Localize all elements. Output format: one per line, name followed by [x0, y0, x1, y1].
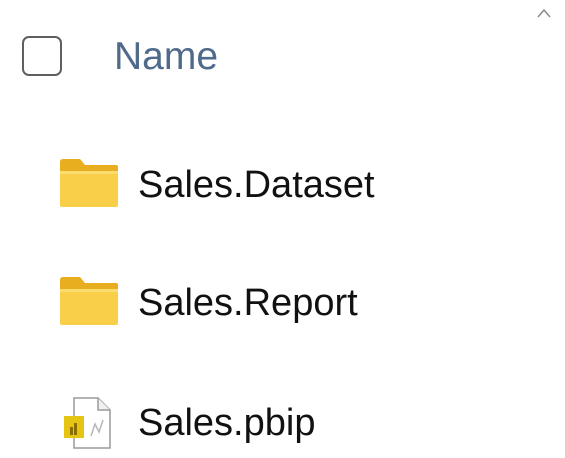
folder-icon: [60, 277, 118, 325]
list-item-label: Sales.Dataset: [138, 164, 375, 206]
folder-icon: [60, 159, 118, 207]
sort-ascending-icon[interactable]: [537, 8, 551, 18]
pbip-file-icon: [64, 397, 111, 449]
file-list: Name Sales.Dataset Sales.Report Sales.pb…: [0, 0, 565, 458]
name-column-header[interactable]: Name: [114, 34, 218, 80]
select-all-checkbox[interactable]: [22, 36, 62, 76]
list-item-label: Sales.Report: [138, 282, 358, 324]
list-item-sales-report[interactable]: Sales.Report: [0, 268, 565, 338]
list-item-label: Sales.pbip: [138, 402, 316, 444]
list-item-sales-pbip[interactable]: Sales.pbip: [0, 388, 565, 458]
list-item-sales-dataset[interactable]: Sales.Dataset: [0, 150, 565, 220]
